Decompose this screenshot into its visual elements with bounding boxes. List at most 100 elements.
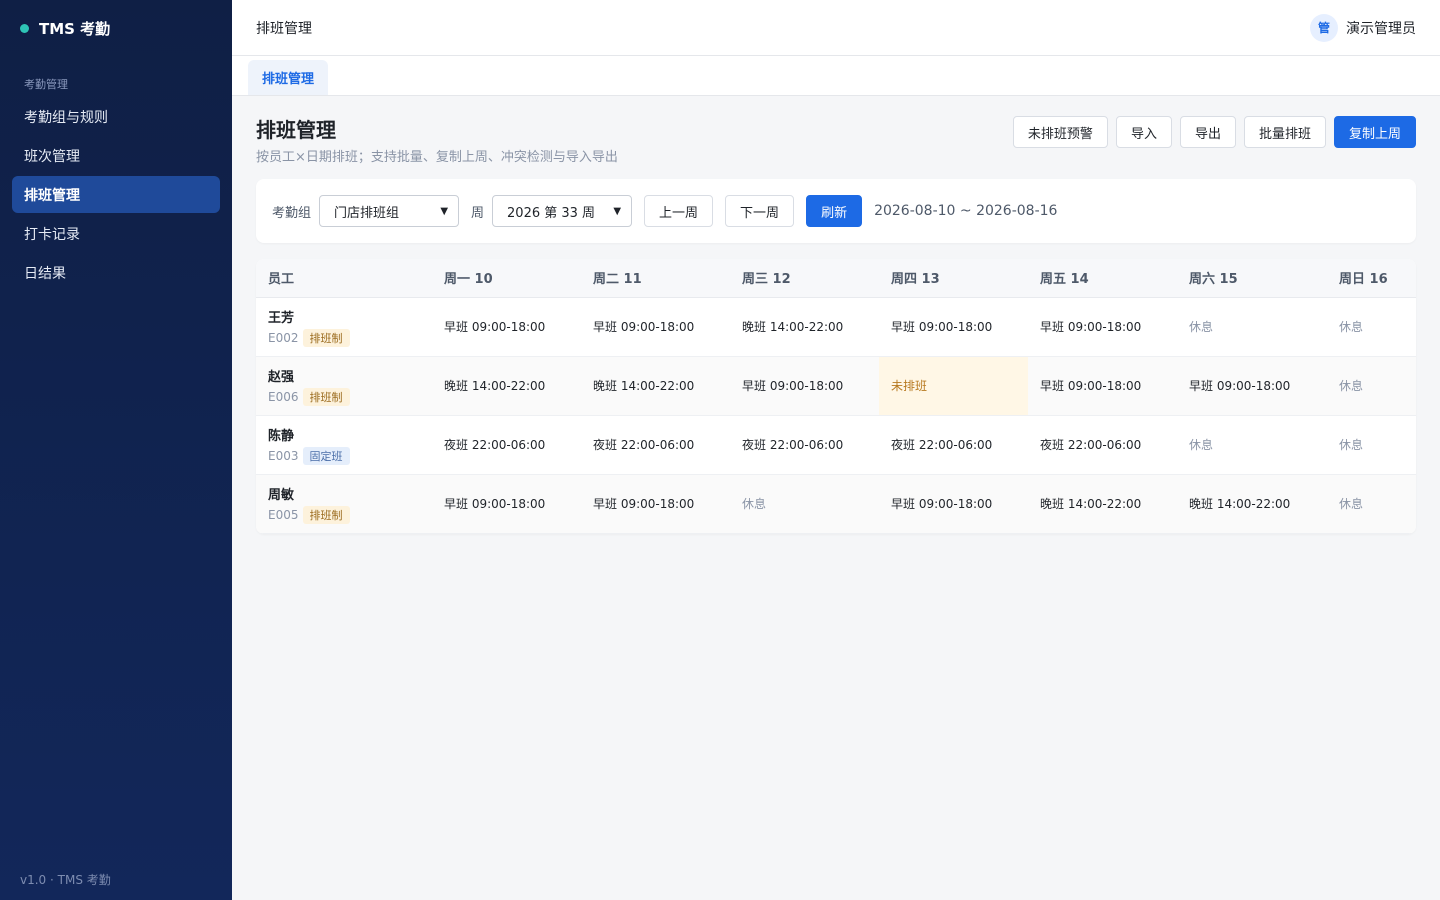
- employee-code: E006: [268, 389, 299, 404]
- column-header: 周三 12: [730, 259, 879, 298]
- shift-cell[interactable]: 夜班 22:00-06:00: [581, 415, 730, 475]
- employee-name: 王芳: [268, 310, 295, 326]
- group-select[interactable]: 门店排班组 ▼: [319, 195, 460, 227]
- shift-cell[interactable]: 休息: [730, 474, 879, 534]
- sidebar: TMS 考勤 考勤管理 考勤组与规则 班次管理 排班管理 打卡记录 日结果 v1…: [0, 0, 232, 900]
- copy-last-week-button[interactable]: 复制上周: [1333, 116, 1416, 148]
- filter-bar: 考勤组 门店排班组 ▼ 周 2026 第 33 周 ▼ 上一周 下一周 刷新 2…: [256, 179, 1416, 243]
- employee-code: E003: [268, 448, 299, 463]
- column-header: 周四 13: [879, 259, 1028, 298]
- shift-cell[interactable]: 早班 09:00-18:00: [581, 474, 730, 534]
- shift-cell[interactable]: 早班 09:00-18:00: [1028, 356, 1177, 416]
- shift-cell[interactable]: 晚班 14:00-22:00: [581, 356, 730, 416]
- schedule-type-badge: 排班制: [302, 505, 350, 524]
- shift-cell[interactable]: 早班 09:00-18:00: [1177, 356, 1327, 416]
- shift-cell[interactable]: 早班 09:00-18:00: [432, 297, 581, 357]
- employee-code: E005: [268, 507, 299, 522]
- schedule-type-badge: 排班制: [302, 387, 350, 406]
- table-row: 周敏 E005 排班制 早班 09:00-18:00 早班 09:00-18:00…: [256, 474, 1416, 534]
- export-button[interactable]: 导出: [1179, 116, 1236, 148]
- refresh-button[interactable]: 刷新: [806, 195, 863, 227]
- shift-cell[interactable]: 夜班 22:00-06:00: [879, 415, 1028, 475]
- sidebar-item-scheduling[interactable]: 排班管理: [12, 176, 220, 213]
- week-label: 周: [471, 205, 485, 221]
- chevron-down-icon: ▼: [440, 205, 449, 217]
- brand-name: TMS 考勤: [39, 19, 111, 38]
- shift-cell[interactable]: 晚班 14:00-22:00: [432, 356, 581, 416]
- week-select[interactable]: 2026 第 33 周 ▼: [492, 195, 633, 227]
- column-header: 周五 14: [1028, 259, 1177, 298]
- prev-week-button[interactable]: 上一周: [644, 195, 714, 227]
- tab-scheduling[interactable]: 排班管理: [248, 60, 329, 95]
- column-header: 周一 10: [432, 259, 581, 298]
- main-content: 排班管理 按员工×日期排班；支持批量、复制上周、冲突检测与导入导出 未排班预警 …: [256, 96, 1416, 534]
- shift-cell[interactable]: 早班 09:00-18:00: [432, 474, 581, 534]
- employee-name: 周敏: [268, 487, 295, 503]
- page-actions: 未排班预警 导入 导出 批量排班 复制上周: [1012, 116, 1416, 148]
- shift-cell[interactable]: 早班 09:00-18:00: [879, 297, 1028, 357]
- top-header: 排班管理 管 演示管理员: [232, 0, 1440, 56]
- next-week-button[interactable]: 下一周: [725, 195, 795, 227]
- shift-cell[interactable]: 早班 09:00-18:00: [730, 356, 879, 416]
- sidebar-item-punch-records[interactable]: 打卡记录: [12, 215, 220, 252]
- column-header: 周二 11: [581, 259, 730, 298]
- unscheduled-alert-button[interactable]: 未排班预警: [1012, 116, 1108, 148]
- chevron-down-icon: ▼: [613, 205, 622, 217]
- schedule-table-card: 员工 周一 10 周二 11 周三 12 周四 13 周五 14 周六 15 周…: [256, 259, 1416, 534]
- avatar: 管: [1310, 13, 1338, 42]
- shift-cell[interactable]: 休息: [1327, 474, 1416, 534]
- employee-cell: 王芳 E002 排班制: [256, 297, 432, 357]
- employee-cell: 赵强 E006 排班制: [256, 356, 432, 416]
- schedule-type-badge: 固定班: [302, 446, 350, 465]
- import-button[interactable]: 导入: [1115, 116, 1172, 148]
- shift-cell[interactable]: 休息: [1327, 297, 1416, 357]
- brand: TMS 考勤: [0, 0, 232, 56]
- schedule-type-badge: 排班制: [302, 328, 350, 347]
- shift-cell[interactable]: 晚班 14:00-22:00: [1028, 474, 1177, 534]
- shift-cell[interactable]: 早班 09:00-18:00: [1028, 297, 1177, 357]
- table-row: 陈静 E003 固定班 夜班 22:00-06:00 夜班 22:00-06:00…: [256, 415, 1416, 475]
- brand-dot-icon: [20, 23, 29, 33]
- employee-cell: 陈静 E003 固定班: [256, 415, 432, 475]
- version-label: v1.0 · TMS 考勤: [20, 873, 111, 887]
- table-header-row: 员工 周一 10 周二 11 周三 12 周四 13 周五 14 周六 15 周…: [256, 259, 1416, 298]
- employee-name: 陈静: [268, 428, 295, 444]
- group-select-value: 门店排班组: [334, 205, 400, 221]
- column-header: 周日 16: [1327, 259, 1416, 298]
- shift-cell[interactable]: 休息: [1177, 297, 1327, 357]
- user-name: 演示管理员: [1346, 20, 1416, 37]
- shift-cell[interactable]: 早班 09:00-18:00: [581, 297, 730, 357]
- table-row: 王芳 E002 排班制 早班 09:00-18:00 早班 09:00-18:00…: [256, 297, 1416, 357]
- group-label: 考勤组: [272, 205, 312, 221]
- shift-cell[interactable]: 早班 09:00-18:00: [879, 474, 1028, 534]
- shift-cell[interactable]: 夜班 22:00-06:00: [1028, 415, 1177, 475]
- tab-bar: 排班管理: [232, 56, 1440, 96]
- employee-cell: 周敏 E005 排班制: [256, 474, 432, 534]
- date-range: 2026-08-10 ~ 2026-08-16: [874, 203, 1058, 219]
- page-subtitle: 按员工×日期排班；支持批量、复制上周、冲突检测与导入导出: [256, 150, 618, 165]
- employee-code: E002: [268, 330, 299, 345]
- shift-cell[interactable]: 晚班 14:00-22:00: [1177, 474, 1327, 534]
- column-header: 周六 15: [1177, 259, 1327, 298]
- page-header: 排班管理 按员工×日期排班；支持批量、复制上周、冲突检测与导入导出 未排班预警 …: [256, 96, 1416, 179]
- week-select-value: 2026 第 33 周: [507, 205, 596, 221]
- employee-name: 赵强: [268, 369, 295, 385]
- shift-cell[interactable]: 休息: [1327, 356, 1416, 416]
- schedule-table: 员工 周一 10 周二 11 周三 12 周四 13 周五 14 周六 15 周…: [256, 259, 1416, 534]
- table-row: 赵强 E006 排班制 晚班 14:00-22:00 晚班 14:00-22:00…: [256, 356, 1416, 416]
- column-header: 员工: [256, 259, 432, 298]
- shift-cell[interactable]: 夜班 22:00-06:00: [730, 415, 879, 475]
- sidebar-item-daily-results[interactable]: 日结果: [12, 254, 220, 291]
- nav-section-title: 考勤管理: [24, 78, 68, 91]
- batch-schedule-button[interactable]: 批量排班: [1243, 116, 1326, 148]
- sidebar-item-shifts[interactable]: 班次管理: [12, 137, 220, 174]
- page-title: 排班管理: [256, 118, 336, 142]
- sidebar-item-groups-rules[interactable]: 考勤组与规则: [12, 98, 220, 135]
- shift-cell[interactable]: 休息: [1177, 415, 1327, 475]
- shift-cell[interactable]: 夜班 22:00-06:00: [432, 415, 581, 475]
- shift-cell[interactable]: 休息: [1327, 415, 1416, 475]
- shift-cell[interactable]: 晚班 14:00-22:00: [730, 297, 879, 357]
- unscheduled-cell[interactable]: 未排班: [879, 356, 1028, 416]
- user-menu[interactable]: 管 演示管理员: [1310, 13, 1416, 42]
- header-title: 排班管理: [256, 20, 312, 37]
